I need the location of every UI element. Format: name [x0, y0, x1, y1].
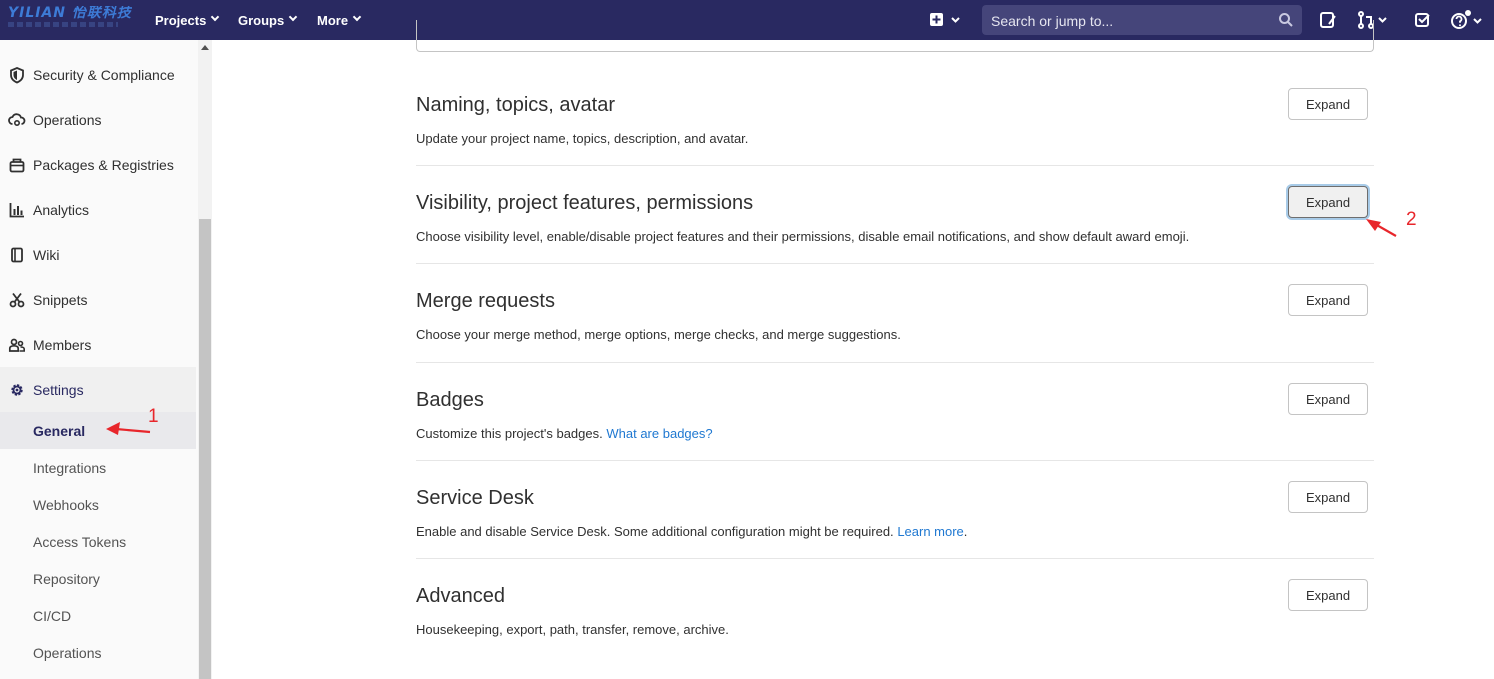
settings-section-service-desk: Service Desk Enable and disable Service … — [416, 461, 1374, 559]
sidebar-subitem-label: Operations — [33, 644, 102, 661]
settings-section-visibility: Visibility, project features, permission… — [416, 166, 1374, 264]
sidebar-subitem-integrations[interactable]: Integrations — [0, 449, 196, 486]
sidebar-subitem-ci-cd[interactable]: CI/CD — [0, 597, 196, 634]
section-title: Badges — [416, 389, 484, 411]
chevron-down-icon — [352, 12, 362, 22]
settings-section-advanced: Advanced Housekeeping, export, path, tra… — [416, 559, 1374, 659]
help-icon — [1451, 10, 1482, 29]
expand-button[interactable]: Expand — [1288, 284, 1368, 316]
expand-button[interactable]: Expand — [1288, 481, 1368, 513]
section-description-text: Customize this project's badges. — [416, 426, 603, 441]
sidebar-item-label: Settings — [33, 381, 84, 398]
settings-section-naming: Naming, topics, avatar Update your proje… — [416, 84, 1374, 166]
sidebar-item-wiki[interactable]: Wiki — [0, 232, 196, 277]
section-title: Merge requests — [416, 290, 555, 312]
users-icon — [8, 338, 25, 352]
chevron-down-icon — [211, 12, 220, 22]
section-title: Advanced — [416, 585, 505, 607]
scroll-up-arrow-icon[interactable] — [201, 45, 209, 50]
section-description: Choose your merge method, merge options,… — [416, 327, 901, 342]
section-description-text: Enable and disable Service Desk. Some ad… — [416, 524, 894, 539]
shield-icon — [10, 66, 24, 83]
annotation-number-2: 2 — [1406, 209, 1417, 230]
sidebar-item-label: Members — [33, 336, 92, 353]
sidebar-item-analytics[interactable]: Analytics — [0, 187, 196, 232]
groups-label: Groups — [238, 12, 285, 28]
chart-icon — [9, 202, 24, 217]
gear-icon — [11, 383, 23, 396]
sidebar-subitem-label: Repository — [33, 570, 100, 587]
search-settings-input[interactable] — [416, 20, 1374, 52]
chevron-down-icon — [288, 12, 298, 22]
logo-tagline — [8, 22, 118, 27]
sidebar-item-label: Wiki — [33, 246, 60, 263]
section-description: Choose visibility level, enable/disable … — [416, 229, 1190, 244]
annotation-arrow-1-icon — [106, 422, 151, 435]
more-label: More — [317, 12, 349, 28]
sidebar-subitem-label: Access Tokens — [33, 533, 127, 550]
expand-button[interactable]: Expand — [1288, 579, 1368, 611]
sidebar-subitem-label: Integrations — [33, 459, 107, 476]
sidebar-subitem-operations[interactable]: Operations — [0, 634, 196, 671]
projects-menu[interactable]: Projects — [155, 0, 220, 40]
section-description: Update your project name, topics, descri… — [416, 131, 749, 146]
what-are-badges-link[interactable]: What are badges? — [606, 426, 712, 441]
logo-text: YILIAN 怡联科技 — [8, 6, 132, 21]
cloud-gear-icon — [8, 112, 26, 126]
annotation-number-1: 1 — [148, 406, 159, 427]
groups-menu[interactable]: Groups — [238, 0, 298, 40]
book-icon — [11, 247, 23, 262]
expand-button[interactable]: Expand — [1288, 186, 1368, 218]
sidebar-item-operations[interactable]: Operations — [0, 97, 196, 142]
sidebar-scrollbar-thumb[interactable] — [199, 219, 211, 679]
section-description: Customize this project's badges. What ar… — [416, 426, 713, 441]
section-description: Enable and disable Service Desk. Some ad… — [416, 524, 967, 539]
sidebar-item-label: Analytics — [33, 201, 90, 218]
sidebar-item-packages-registries[interactable]: Packages & Registries — [0, 142, 196, 187]
sidebar-item-label: Snippets — [33, 291, 88, 308]
sidebar-subitem-label: Webhooks — [33, 496, 99, 513]
sidebar-subitem-general[interactable]: General — [0, 412, 196, 449]
company-logo[interactable]: YILIAN 怡联科技 — [8, 6, 132, 32]
section-description: Housekeeping, export, path, transfer, re… — [416, 622, 729, 637]
section-title: Visibility, project features, permission… — [416, 192, 754, 214]
expand-button[interactable]: Expand — [1288, 383, 1368, 415]
sidebar-item-members[interactable]: Members — [0, 322, 196, 367]
section-title: Naming, topics, avatar — [416, 94, 615, 116]
sidebar-subitem-label: CI/CD — [33, 607, 72, 624]
todo-icon — [1415, 13, 1430, 27]
help-button[interactable] — [1450, 10, 1486, 30]
sidebar-subitem-label: General — [33, 422, 86, 439]
settings-section-merge-requests: Merge requests Choose your merge method,… — [416, 264, 1374, 363]
period: . — [963, 524, 968, 539]
sidebar-subitem-repository[interactable]: Repository — [0, 560, 196, 597]
more-menu[interactable]: More — [317, 0, 362, 40]
sidebar-subitem-access-tokens[interactable]: Access Tokens — [0, 523, 196, 560]
sidebar-item-label: Operations — [33, 111, 102, 128]
settings-section-badges: Badges Customize this project's badges. … — [416, 363, 1374, 461]
expand-button[interactable]: Expand — [1288, 88, 1368, 120]
todos-button[interactable] — [1413, 10, 1433, 30]
annotation-arrow-2-icon — [1366, 219, 1397, 237]
learn-more-link[interactable]: Learn more — [897, 524, 963, 539]
sidebar-item-label: Security & Compliance — [33, 66, 175, 83]
sidebar-item-snippets[interactable]: Snippets — [0, 277, 196, 322]
sidebar-item-label: Packages & Registries — [33, 156, 174, 173]
package-icon — [9, 158, 25, 172]
sidebar-item-security-compliance[interactable]: Security & Compliance — [0, 52, 196, 97]
projects-label: Projects — [155, 12, 207, 28]
sidebar-subitem-webhooks[interactable]: Webhooks — [0, 486, 196, 523]
sidebar-item-settings[interactable]: Settings — [0, 367, 196, 412]
section-title: Service Desk — [416, 487, 534, 509]
scissors-icon — [9, 292, 25, 307]
